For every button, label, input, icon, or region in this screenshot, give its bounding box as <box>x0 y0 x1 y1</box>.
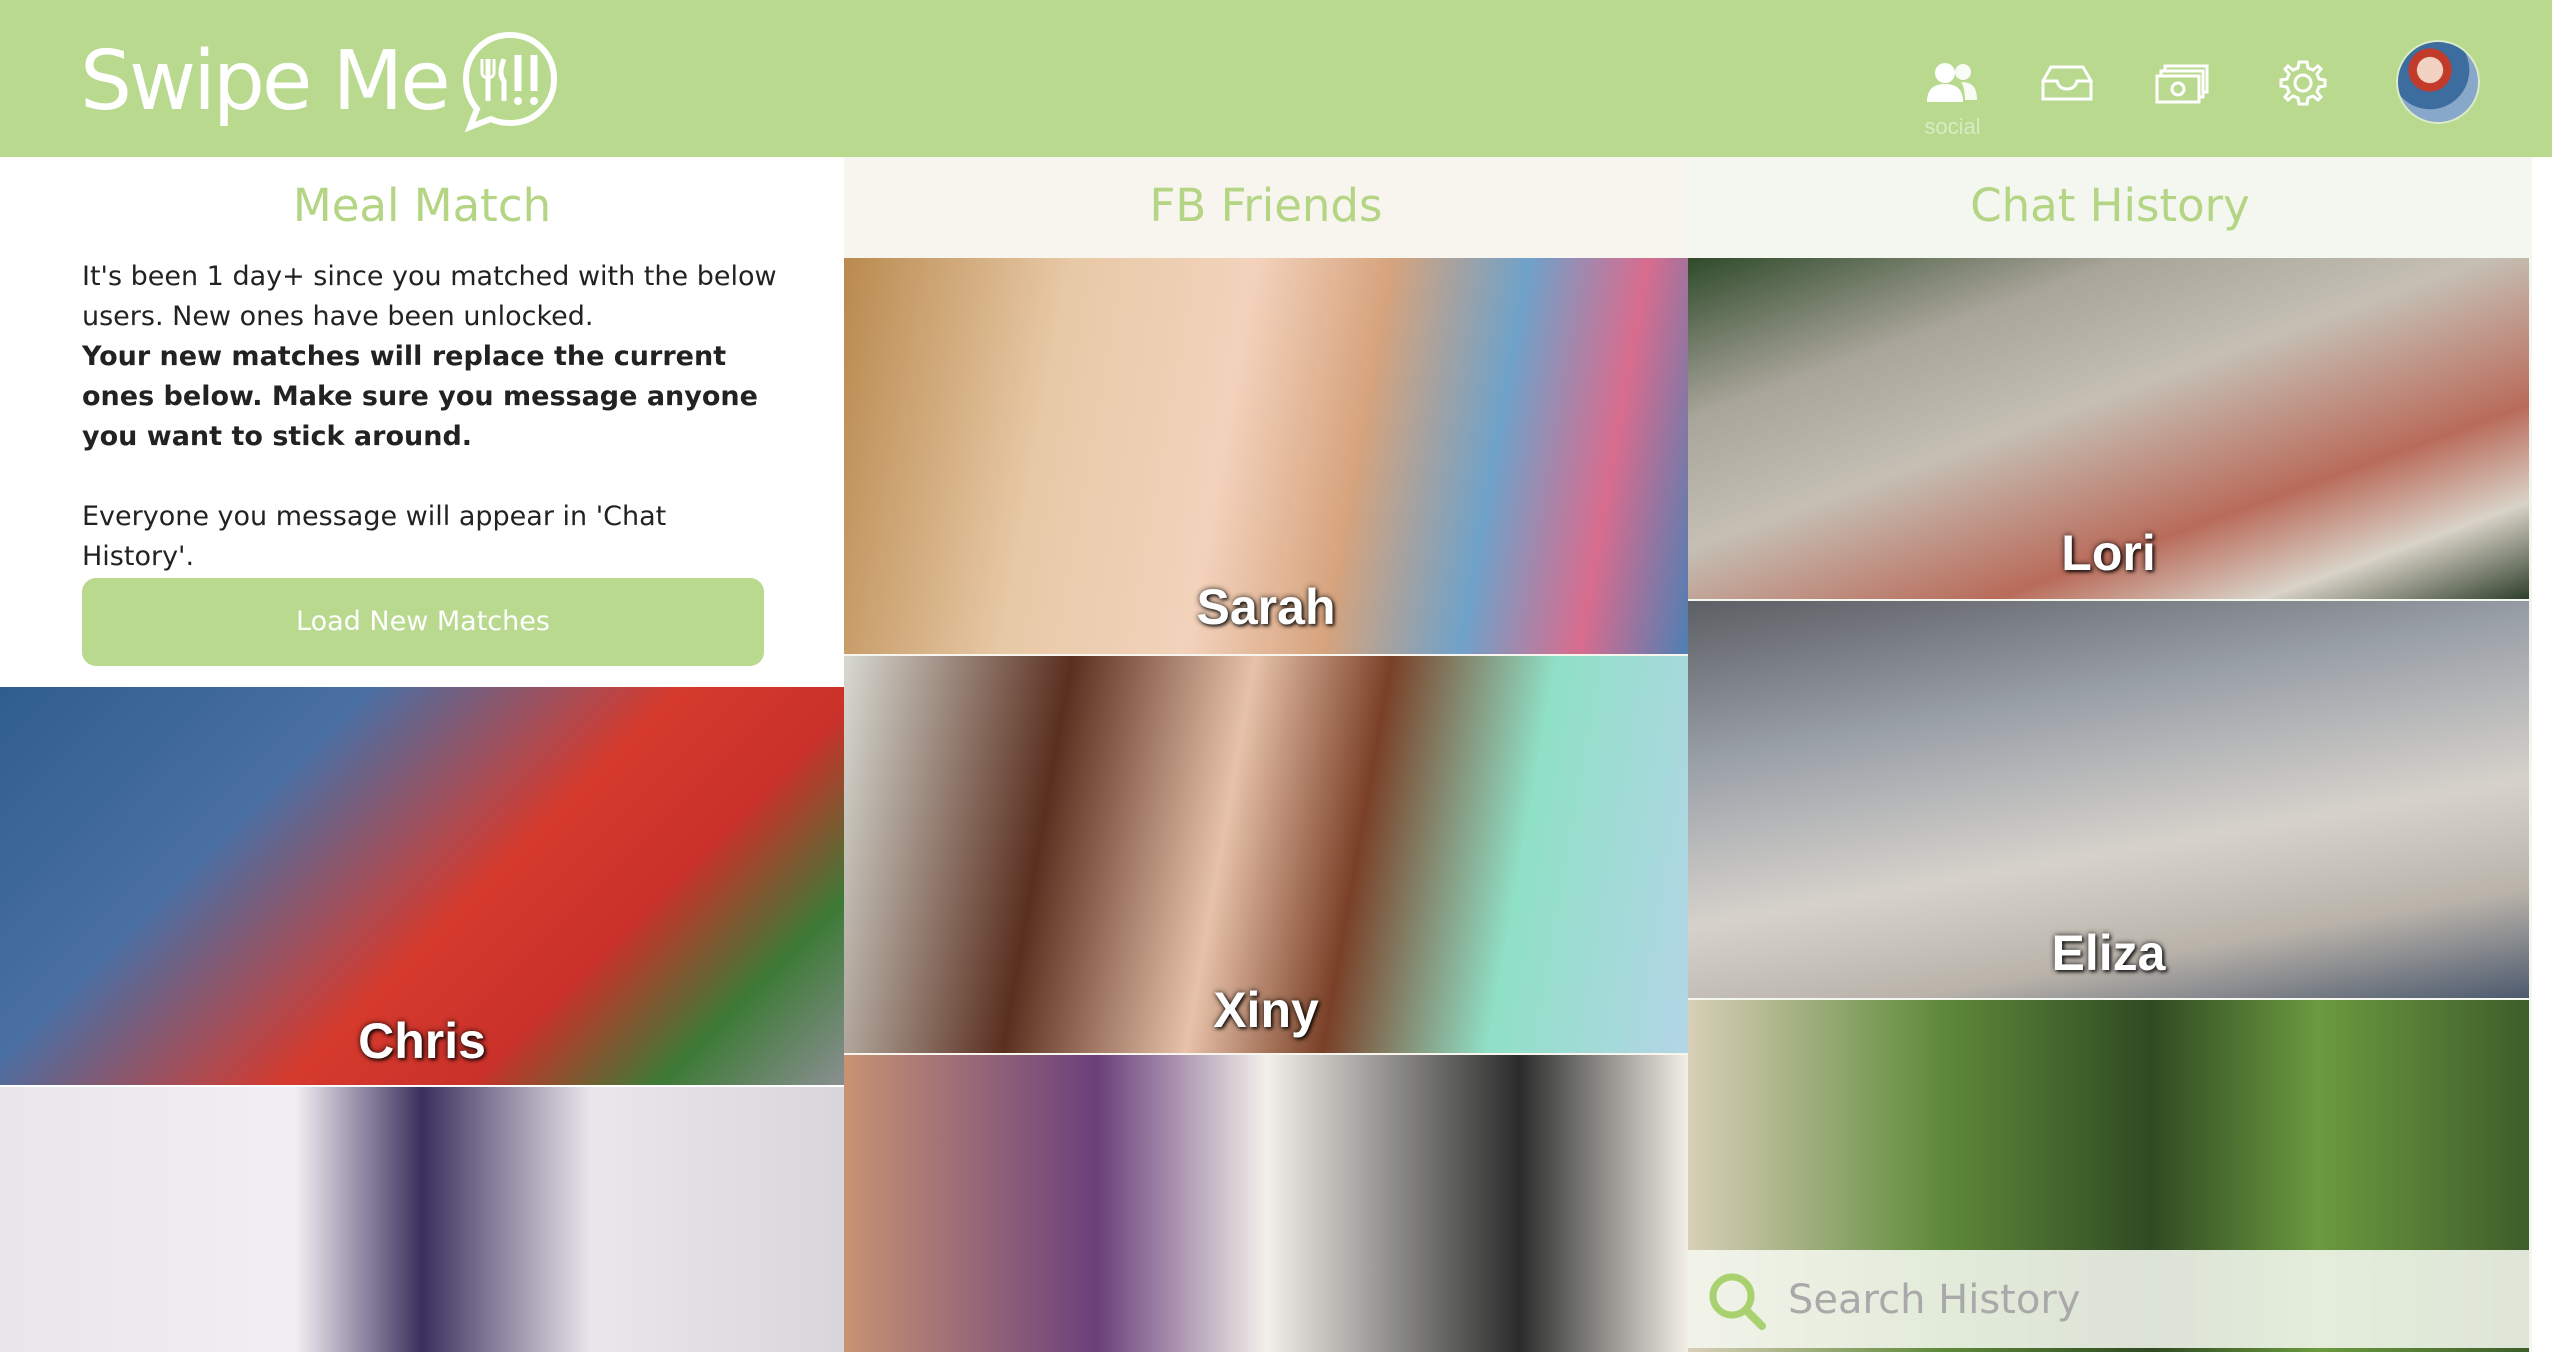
money-nav-button[interactable] <box>2138 38 2228 128</box>
gear-icon <box>2279 60 2327 106</box>
match-card-name: Chris <box>358 1013 486 1069</box>
intro-warning: Your new matches will replace the curren… <box>82 337 782 457</box>
user-avatar[interactable] <box>2396 40 2480 124</box>
settings-nav-button[interactable] <box>2258 38 2348 128</box>
inbox-nav-button[interactable] <box>2022 38 2112 128</box>
match-card-chris[interactable]: Chris <box>0 687 844 1085</box>
social-icon <box>1927 63 1977 102</box>
app-logo[interactable]: Swipe Me <box>80 26 562 136</box>
inbox-icon <box>2041 65 2093 101</box>
friend-card-sarah[interactable]: Sarah <box>844 258 1688 654</box>
chat-card-lori[interactable]: Lori <box>1688 258 2529 599</box>
social-nav-label: social <box>1924 114 1981 139</box>
friend-card-xiny[interactable]: Xiny <box>844 656 1688 1053</box>
intro-note: Everyone you message will appear in 'Cha… <box>82 501 667 572</box>
friend-card-name: Sarah <box>1196 579 1336 635</box>
meal-match-title: Meal Match <box>292 179 552 232</box>
chat-card-eliza[interactable]: Eliza <box>1688 601 2529 998</box>
intro-text: It's been 1 day+ since you matched with … <box>82 261 777 332</box>
fb-friends-title: FB Friends <box>1149 179 1383 232</box>
logo-bubble-icon <box>462 31 557 133</box>
chat-history-title: Chat History <box>1970 179 2250 232</box>
chat-card-name: Lori <box>2061 525 2156 581</box>
top-bar: Swipe Me social <box>0 0 2552 157</box>
search-history-input[interactable] <box>1786 1270 2490 1330</box>
chat-card-name: Eliza <box>2051 925 2166 981</box>
match-card-2[interactable] <box>0 1087 844 1352</box>
logo-text: Swipe Me <box>80 33 451 129</box>
money-icon <box>2155 64 2209 104</box>
friend-card-name: Xiny <box>1213 982 1319 1038</box>
friend-card-3[interactable] <box>844 1055 1688 1352</box>
intro-bold-text: Your new matches will replace the curren… <box>82 341 758 452</box>
load-new-matches-button[interactable]: Load New Matches <box>82 578 764 666</box>
meal-match-intro: It's been 1 day+ since you matched with … <box>82 257 782 577</box>
search-history-bar <box>1688 1250 2529 1348</box>
search-icon[interactable] <box>1706 1270 1768 1332</box>
